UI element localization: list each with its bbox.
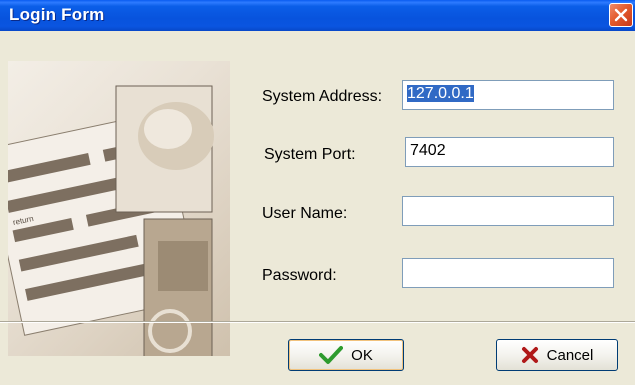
separator [0,321,635,323]
title-bar: Login Form [0,0,635,31]
system-address-label: System Address: [262,88,383,105]
x-icon [521,347,538,363]
cancel-button[interactable]: Cancel [496,339,618,371]
cancel-label: Cancel [546,346,594,364]
system-address-value: 127.0.0.1 [407,85,474,102]
ok-label: OK [351,346,373,364]
user-name-label: User Name: [262,205,348,222]
checkmark-icon [319,346,344,364]
system-port-input[interactable]: 7402 [405,137,614,167]
password-label: Password: [262,267,337,284]
password-input[interactable] [402,258,614,288]
close-button[interactable] [609,3,633,27]
dialog-body: return System Address: 127.0.0.1 System … [0,31,635,385]
system-port-label: System Port: [264,146,356,163]
decorative-image: return [8,61,230,356]
user-name-input[interactable] [402,196,614,226]
ok-button[interactable]: OK [288,339,404,371]
system-address-input[interactable]: 127.0.0.1 [402,80,614,110]
window-title: Login Form [9,5,105,24]
close-icon [614,8,628,22]
